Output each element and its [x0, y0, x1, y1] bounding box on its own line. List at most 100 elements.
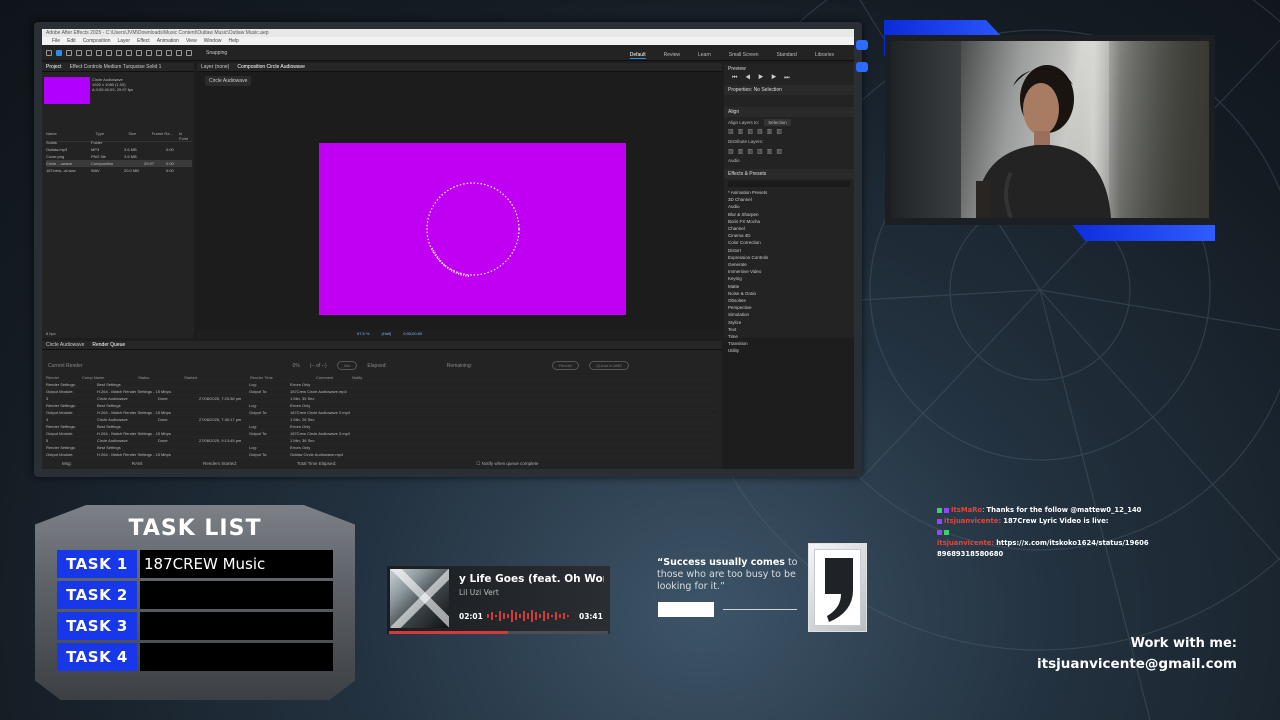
tab-render-queue[interactable]: Render Queue [92, 341, 125, 349]
brush-tool-icon[interactable] [146, 49, 152, 56]
project-row[interactable]: Solids Folder [46, 139, 192, 146]
effect-category[interactable]: Blur & Sharpen [728, 211, 854, 218]
rectangle-tool-icon[interactable] [116, 49, 122, 56]
col-comment[interactable]: Comment [316, 374, 346, 380]
menu-file[interactable]: File [52, 37, 60, 45]
project-row-selected[interactable]: Circle ...owave Composition 29.97 0:00 [46, 160, 192, 167]
roto-brush-tool-icon[interactable] [176, 49, 182, 56]
project-row[interactable]: 187crew...al.wav WAV 20.0 MB 0:00 [46, 167, 192, 174]
render-queue-row[interactable]: Render Settings: Best Settings Log: Errors … [46, 381, 716, 388]
effect-category[interactable]: Distort [728, 247, 854, 254]
menu-effect[interactable]: Effect [137, 37, 150, 45]
col-render[interactable]: Render [46, 374, 76, 380]
col-notify[interactable]: Notify [352, 374, 362, 380]
menu-edit[interactable]: Edit [67, 37, 76, 45]
render-queue-row[interactable]: Output Module: H.264 - Match Render Setti… [46, 430, 716, 437]
effect-category[interactable]: Stylize [728, 319, 854, 326]
queue-in-ame-button[interactable]: Queue in AME [589, 361, 630, 370]
effect-category[interactable]: Perspective [728, 304, 854, 311]
menu-layer[interactable]: Layer [117, 37, 130, 45]
workspace-standard[interactable]: Standard [777, 52, 797, 59]
render-queue-row[interactable]: Output Module: H.264 - Match Render Setti… [46, 451, 716, 458]
menu-composition[interactable]: Composition [83, 37, 111, 45]
zoom-dropdown[interactable]: 57.5 % [357, 330, 369, 338]
bpc-indicator[interactable]: 8 bpc [46, 331, 56, 336]
project-row[interactable]: Outlaw.mp3 MP3 3.6 MB 0:00 [46, 146, 192, 153]
workspace-learn[interactable]: Learn [698, 52, 711, 59]
effect-category[interactable]: Time [728, 333, 854, 340]
menu-animation[interactable]: Animation [157, 37, 179, 45]
workspace-small-screen[interactable]: Small Screen [729, 52, 759, 59]
notify-checkbox[interactable]: ☐ Notify when queue complete [476, 461, 538, 467]
effect-category[interactable]: Noise & Grain [728, 290, 854, 297]
effect-category[interactable]: Obsolete [728, 297, 854, 304]
render-queue-row[interactable]: 5 Circle Audiowave Done 27/08/2025, 9:13:45… [46, 437, 716, 444]
menu-help[interactable]: Help [228, 37, 238, 45]
puppet-tool-icon[interactable] [186, 49, 192, 56]
effect-category[interactable]: Boris FX Mocha [728, 218, 854, 225]
align-buttons-icon[interactable]: ▥▥▥▥▥▥ [724, 128, 854, 135]
chat-username[interactable]: ItsMaRo [951, 506, 982, 514]
col-render-time[interactable]: Render Time [250, 374, 310, 380]
effect-category[interactable]: Utility [728, 347, 854, 354]
render-button[interactable]: Render [552, 361, 580, 370]
pan-behind-tool-icon[interactable] [106, 49, 112, 56]
clone-stamp-tool-icon[interactable] [156, 49, 162, 56]
effect-category[interactable]: Text [728, 326, 854, 333]
snapping-toggle[interactable]: Snapping [206, 50, 227, 56]
current-time[interactable]: 0;00;00;00 [403, 330, 422, 338]
tab-circle-audiowave[interactable]: Circle Audiowave [46, 341, 84, 349]
preview-transport-icon[interactable]: ⏮ ◀ ▶ ▶ ⏭ [724, 75, 854, 82]
effect-category[interactable]: Color Correction [728, 239, 854, 246]
render-queue-row[interactable]: Render Settings: Best Settings Log: Errors … [46, 444, 716, 451]
menu-window[interactable]: Window [204, 37, 222, 45]
effect-category[interactable]: Expression Controls [728, 254, 854, 261]
project-row[interactable]: Cover.png PNG file 3.6 MB [46, 153, 192, 160]
col-comp-name[interactable]: Comp Name [82, 374, 132, 380]
contact-email[interactable]: itsjuanvicente@gmail.com [960, 656, 1237, 672]
render-queue-row[interactable]: 3 Circle Audiowave Done 27/08/2025, 7:23:36… [46, 395, 716, 402]
pen-tool-icon[interactable] [126, 49, 132, 56]
resolution-dropdown[interactable]: (Half) [381, 330, 391, 338]
col-started[interactable]: Started [184, 374, 244, 380]
render-queue-row[interactable]: Output Module: H.264 - Match Render Setti… [46, 409, 716, 416]
tab-effect-controls[interactable]: Effect Controls Medium Turquoise Solid 1 [70, 63, 162, 71]
composition-canvas[interactable] [319, 143, 626, 315]
type-tool-icon[interactable] [136, 49, 142, 56]
distribute-buttons-icon[interactable]: ▥▥▥▥▥▥ [724, 148, 854, 155]
effect-category[interactable]: Matte [728, 283, 854, 290]
menu-view[interactable]: View [186, 37, 197, 45]
render-queue-row[interactable]: Render Settings: Best Settings Log: Errors … [46, 402, 716, 409]
orbit-tool-icon[interactable] [86, 49, 92, 56]
render-queue-row[interactable]: Render Settings: Best Settings Log: Errors … [46, 423, 716, 430]
selection-tool-icon[interactable] [56, 49, 62, 56]
comp-breadcrumb[interactable]: Circle Audiowave [205, 76, 252, 86]
effect-category[interactable]: Transition [728, 340, 854, 347]
zoom-tool-icon[interactable] [76, 49, 82, 56]
effect-category[interactable]: * Animation Presets [728, 189, 854, 196]
workspace-libraries[interactable]: Libraries [815, 52, 834, 59]
effect-category[interactable]: Keying [728, 275, 854, 282]
tab-project[interactable]: Project [46, 63, 62, 71]
effect-category[interactable]: Audio [728, 203, 854, 210]
workspace-default[interactable]: Default [629, 52, 646, 59]
hand-tool-icon[interactable] [66, 49, 72, 56]
render-queue-row[interactable]: 4 Circle Audiowave Done 27/08/2025, 7:30:17… [46, 416, 716, 423]
workspace-review[interactable]: Review [664, 52, 680, 59]
tab-layer[interactable]: Layer (none) [201, 63, 229, 71]
effects-search-input[interactable] [728, 181, 850, 187]
effect-category[interactable]: Immersive Video [728, 268, 854, 275]
col-status[interactable]: Status [138, 374, 178, 380]
effect-category[interactable]: Channel [728, 225, 854, 232]
effect-category[interactable]: Generate [728, 261, 854, 268]
rotate-tool-icon[interactable] [96, 49, 102, 56]
effect-category[interactable]: Cinema 4D [728, 232, 854, 239]
eraser-tool-icon[interactable] [166, 49, 172, 56]
render-queue-row[interactable]: Output Module: H.264 - Match Render Setti… [46, 388, 716, 395]
home-icon[interactable] [46, 49, 52, 56]
align-to-select[interactable]: Selection [764, 119, 791, 126]
tab-composition[interactable]: Composition Circle Audiowave [237, 63, 305, 71]
info-button[interactable]: Info [336, 361, 358, 370]
effect-category[interactable]: Simulation [728, 311, 854, 318]
effect-category[interactable]: 3D Channel [728, 196, 854, 203]
